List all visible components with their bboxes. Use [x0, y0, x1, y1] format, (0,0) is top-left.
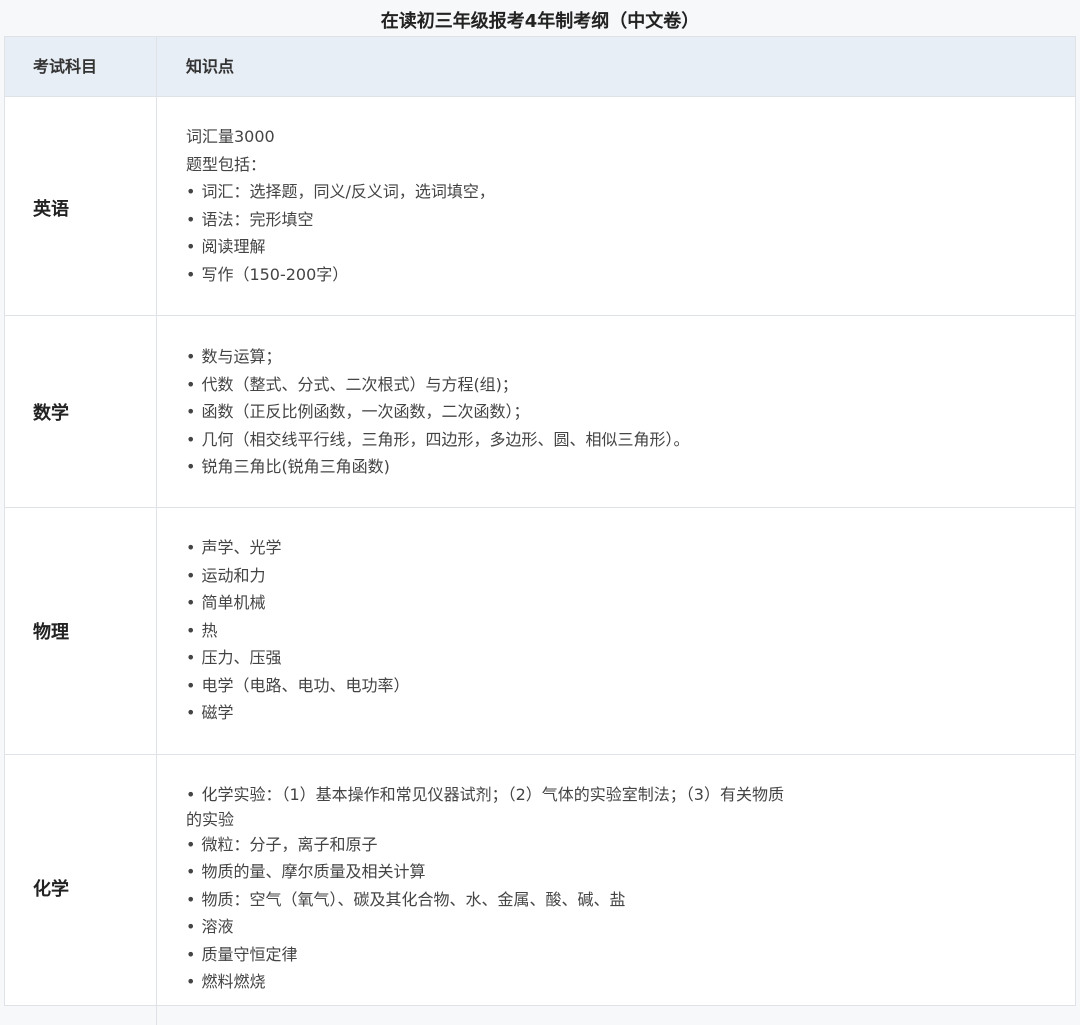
knowledge-line: 物质的量、摩尔质量及相关计算 — [186, 858, 1058, 886]
subject-physics: 物理 — [5, 508, 157, 754]
knowledge-line: 数与运算； — [186, 343, 1058, 371]
knowledge-line: 语法：完形填空 — [186, 206, 1058, 234]
knowledge-line: 几何（相交线平行线，三角形，四边形，多边形、圆、相似三角形）。 — [186, 426, 1058, 454]
knowledge-physics: 声学、光学 运动和力 简单机械 热 压力、压强 电学（电路、电功、电功率） 磁学 — [158, 534, 1058, 727]
knowledge-line: 电学（电路、电功、电功率） — [186, 672, 1058, 700]
knowledge-line: 写作（150-200字） — [186, 261, 1058, 289]
knowledge-line: 热 — [186, 617, 1058, 645]
table-row-physics: 物理 声学、光学 运动和力 简单机械 热 压力、压强 电学（电路、电功、电功率）… — [5, 508, 1075, 755]
page-title: 在读初三年级报考4年制考纲（中文卷） — [380, 11, 700, 32]
knowledge-chemistry: 化学实验：（1）基本操作和常见仪器试剂；（2）气体的实验室制法；（3）有关物质 … — [158, 781, 1058, 996]
knowledge-english: 词汇量3000 题型包括： 词汇：选择题，同义/反义词，选词填空， 语法：完形填… — [158, 123, 1058, 288]
knowledge-line: 函数（正反比例函数，一次函数，二次函数）； — [186, 398, 1058, 426]
knowledge-line: 微粒：分子，离子和原子 — [186, 831, 1058, 859]
knowledge-line: 词汇量3000 — [186, 127, 275, 146]
knowledge-line: 物质：空气（氧气）、碳及其化合物、水、金属、酸、碱、盐 — [186, 886, 1058, 914]
knowledge-line: 词汇：选择题，同义/反义词，选词填空， — [186, 178, 1058, 206]
table-row-chemistry: 化学 化学实验：（1）基本操作和常见仪器试剂；（2）气体的实验室制法；（3）有关… — [5, 755, 1075, 1025]
knowledge-line: 简单机械 — [186, 589, 1058, 617]
knowledge-line: 质量守恒定律 — [186, 941, 1058, 969]
knowledge-line: 运动和力 — [186, 562, 1058, 590]
table-row-math: 数学 数与运算； 代数（整式、分式、二次根式）与方程(组)； 函数（正反比例函数… — [5, 316, 1075, 508]
knowledge-line: 锐角三角比(锐角三角函数) — [186, 453, 1058, 481]
subject-chemistry: 化学 — [5, 755, 157, 1025]
knowledge-line: 磁学 — [186, 699, 1058, 727]
table-row-english: 英语 词汇量3000 题型包括： 词汇：选择题，同义/反义词，选词填空， 语法：… — [5, 97, 1075, 316]
knowledge-line: 声学、光学 — [186, 534, 1058, 562]
syllabus-table: 考试科目 知识点 英语 词汇量3000 题型包括： 词汇：选择题，同义/反义词，… — [4, 36, 1076, 1025]
knowledge-line: 压力、压强 — [186, 644, 1058, 672]
knowledge-line: 化学实验：（1）基本操作和常见仪器试剂；（2）气体的实验室制法；（3）有关物质 — [186, 781, 1058, 809]
knowledge-line: 题型包括： — [186, 154, 267, 174]
knowledge-line: 的实验 — [186, 809, 235, 829]
table-header: 考试科目 知识点 — [5, 37, 1075, 97]
knowledge-line: 代数（整式、分式、二次根式）与方程(组)； — [186, 371, 1058, 399]
knowledge-line: 燃料燃烧 — [186, 968, 1058, 996]
knowledge-math: 数与运算； 代数（整式、分式、二次根式）与方程(组)； 函数（正反比例函数，一次… — [158, 343, 1058, 481]
subject-english: 英语 — [5, 97, 157, 315]
header-knowledge-points: 知识点 — [186, 57, 235, 76]
header-subject: 考试科目 — [5, 37, 157, 96]
knowledge-line: 溶液 — [186, 913, 1058, 941]
knowledge-line: 阅读理解 — [186, 233, 1058, 261]
subject-math: 数学 — [5, 316, 157, 507]
